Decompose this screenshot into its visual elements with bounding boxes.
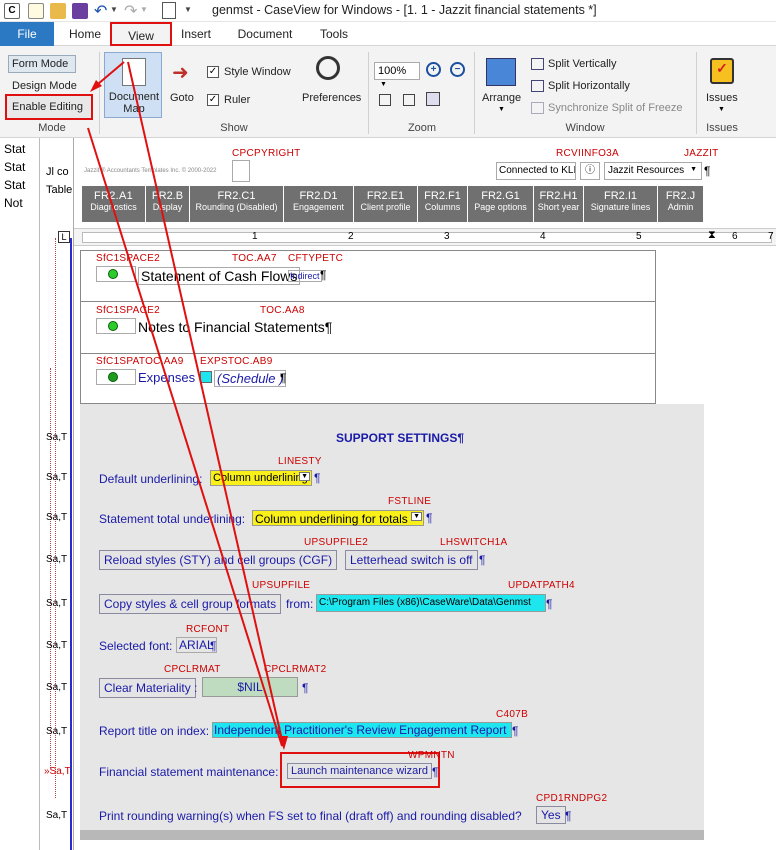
annotation-arrow [127,61,283,741]
annotation-arrow [97,61,125,85]
annotation-arrow [87,127,283,747]
annotation-arrows [87,61,288,750]
